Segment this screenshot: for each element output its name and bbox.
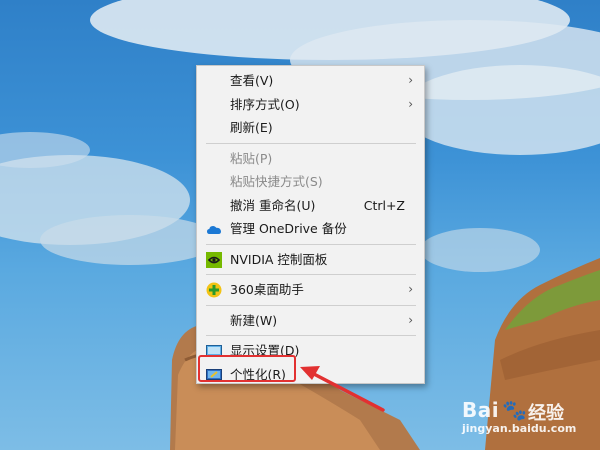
shortcut-label: Ctrl+Z	[363, 197, 405, 213]
menu-item-label: 刷新(E)	[230, 120, 273, 135]
menu-separator	[206, 142, 416, 144]
menu-item-label: NVIDIA 控制面板	[230, 251, 328, 267]
menu-separator	[206, 243, 416, 245]
menu-item-label: 粘贴(P)	[230, 150, 273, 166]
360-assistant-icon	[206, 282, 222, 298]
desktop-context-menu: 查看(V) › 排序方式(O) › 刷新(E) 粘贴(P) 粘贴快捷方式(S) …	[196, 65, 425, 384]
menu-item-sort-by[interactable]: 排序方式(O) ›	[197, 93, 424, 117]
menu-separator	[206, 274, 416, 275]
menu-separator	[206, 304, 416, 306]
submenu-arrow-icon: ›	[408, 282, 413, 296]
menu-item-paste-shortcut[interactable]: 粘贴快捷方式(S)	[197, 170, 424, 194]
menu-item-nvidia-control-panel[interactable]: NVIDIA 控制面板	[197, 248, 424, 272]
menu-item-refresh[interactable]: 刷新(E)	[197, 116, 424, 140]
menu-separator	[206, 335, 416, 336]
menu-item-360-desktop-assistant[interactable]: 360桌面助手 ›	[197, 278, 424, 302]
menu-item-label: 粘贴快捷方式(S)	[230, 174, 323, 189]
submenu-arrow-icon: ›	[408, 73, 413, 87]
menu-item-label: 查看(V)	[230, 73, 274, 88]
menu-item-paste[interactable]: 粘贴(P)	[197, 147, 424, 171]
menu-item-label: 新建(W)	[230, 312, 278, 328]
nvidia-icon	[206, 251, 222, 268]
menu-item-undo-rename[interactable]: 撤消 重命名(U) Ctrl+Z	[197, 194, 424, 218]
menu-item-view[interactable]: 查看(V) ›	[197, 69, 424, 93]
submenu-arrow-icon: ›	[408, 312, 413, 327]
highlight-box	[198, 355, 296, 382]
menu-item-label: 撤消 重命名(U)	[230, 197, 316, 213]
watermark-url: jingyan.baidu.com	[462, 422, 577, 435]
onedrive-cloud-icon	[207, 226, 221, 234]
watermark-logo: Bai	[462, 398, 500, 422]
menu-item-label: 排序方式(O)	[230, 96, 300, 112]
menu-item-manage-onedrive-backup[interactable]: 管理 OneDrive 备份	[197, 217, 424, 241]
baidu-jingyan-watermark: Bai 🐾 经验 jingyan.baidu.com	[462, 398, 590, 442]
menu-item-new[interactable]: 新建(W) ›	[197, 309, 424, 333]
submenu-arrow-icon: ›	[408, 96, 413, 111]
paw-icon: 🐾	[502, 398, 527, 422]
menu-item-label: 360桌面助手	[230, 282, 304, 297]
menu-item-label: 管理 OneDrive 备份	[230, 221, 347, 236]
